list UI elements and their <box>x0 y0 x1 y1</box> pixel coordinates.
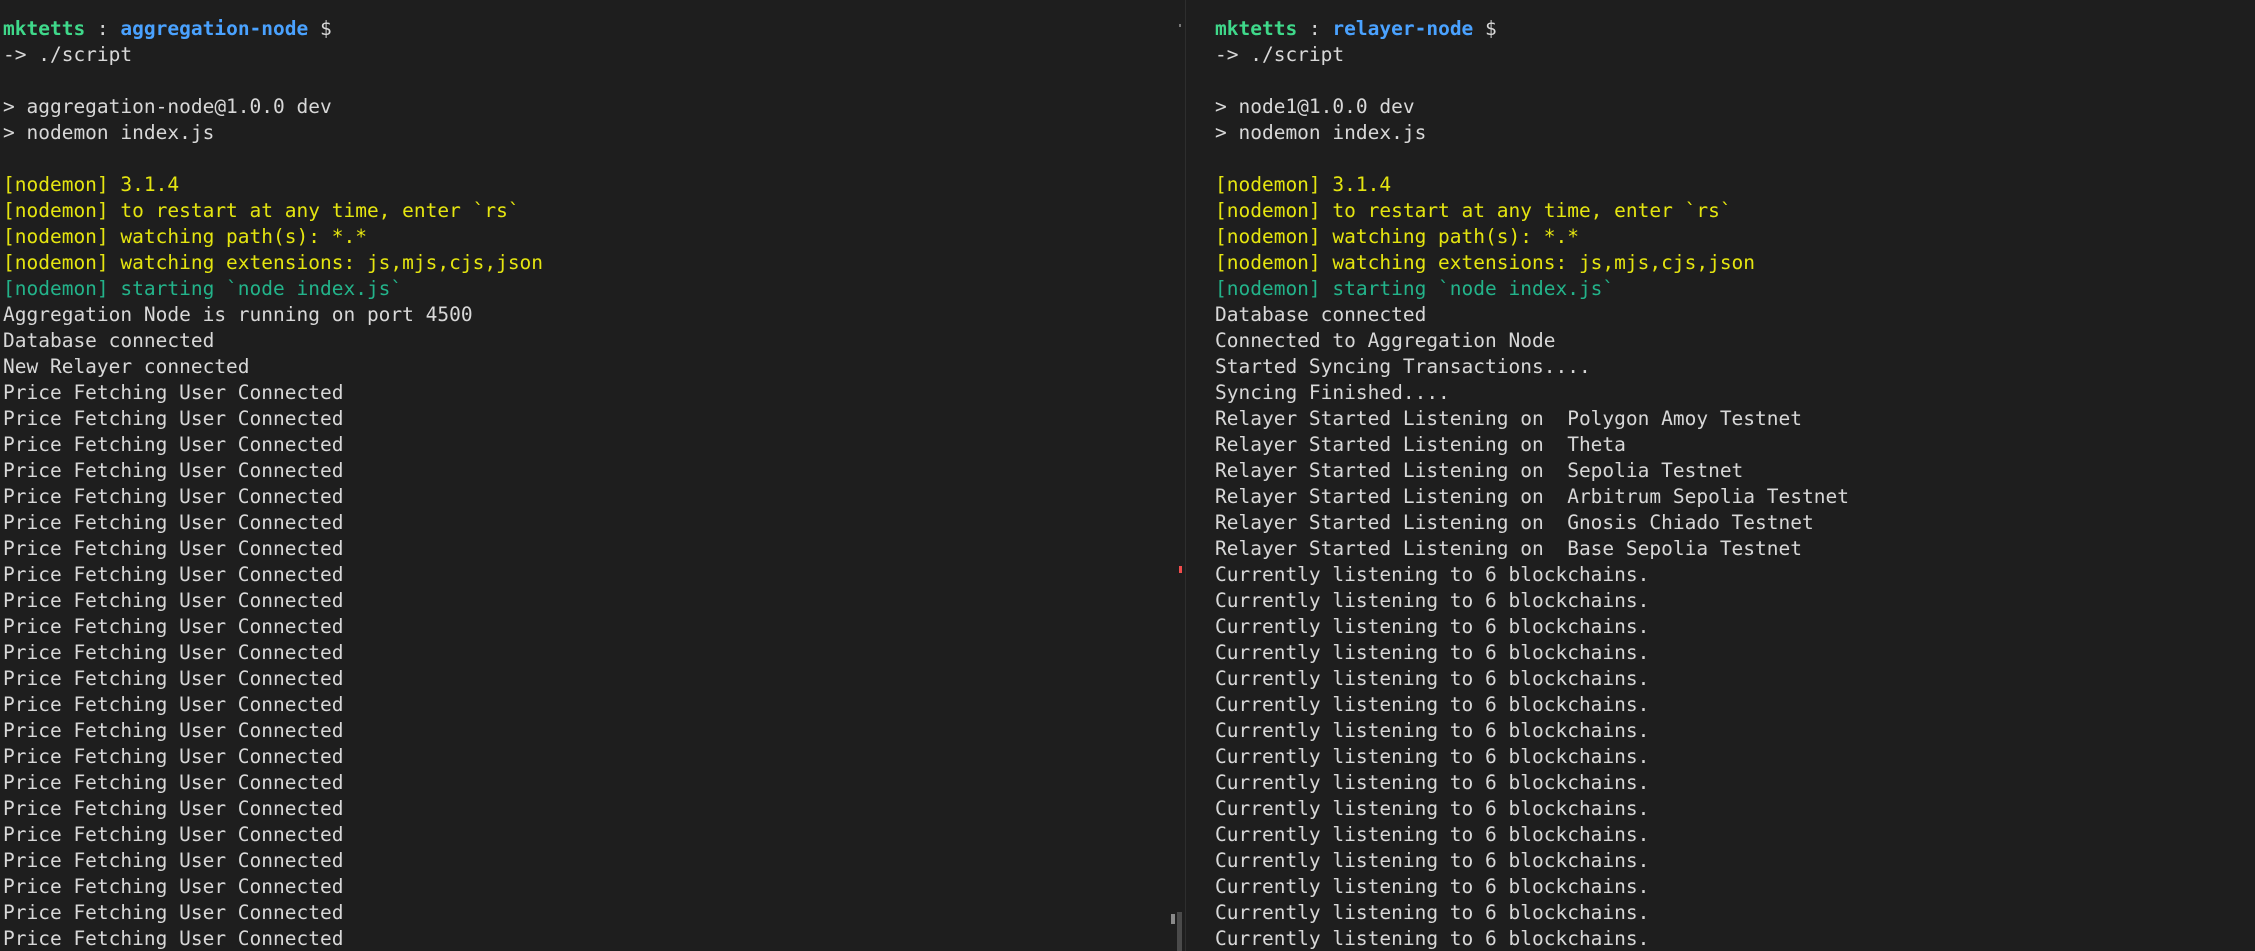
terminal-output-line: Started Syncing Transactions.... <box>1215 355 1591 378</box>
terminal-output-line: Price Fetching User Connected <box>3 667 344 690</box>
prompt-symbol: $ <box>1473 17 1497 40</box>
prompt-host: aggregation-node <box>120 17 309 40</box>
terminal-output-line: -> ./script <box>1215 43 1345 66</box>
terminal-output-line: Price Fetching User Connected <box>3 693 344 716</box>
terminal-output-line: Price Fetching User Connected <box>3 485 344 508</box>
terminal-output-line: Price Fetching User Connected <box>3 615 344 638</box>
terminal-output-line: New Relayer connected <box>3 355 250 378</box>
terminal-output-line: [nodemon] starting `node index.js` <box>1215 277 1615 300</box>
scrollbar-thumb[interactable] <box>1177 912 1182 951</box>
scrollbar-error-marker <box>1179 566 1182 573</box>
terminal-output-line: > nodemon index.js <box>3 121 215 144</box>
terminal-output-line: Currently listening to 6 blockchains. <box>1215 563 1650 586</box>
terminal-output-line: [nodemon] watching extensions: js,mjs,cj… <box>3 251 544 274</box>
terminal-output-line: Currently listening to 6 blockchains. <box>1215 719 1650 742</box>
prompt-user: mktetts <box>1215 17 1298 40</box>
terminal-output-line: [nodemon] to restart at any time, enter … <box>3 199 520 222</box>
terminal-output-line: Currently listening to 6 blockchains. <box>1215 797 1650 820</box>
terminal-output-line: Price Fetching User Connected <box>3 875 344 898</box>
terminal-output-line: > nodemon index.js <box>1215 121 1427 144</box>
terminal-output-line: Currently listening to 6 blockchains. <box>1215 589 1650 612</box>
terminal-output-line: Relayer Started Listening on Sepolia Tes… <box>1215 459 1744 482</box>
terminal-output-line: Price Fetching User Connected <box>3 745 344 768</box>
terminal-output-line: Currently listening to 6 blockchains. <box>1215 641 1650 664</box>
shell-prompt: mktetts : aggregation-node $ <box>3 16 1173 42</box>
terminal-output-line: [nodemon] 3.1.4 <box>3 173 180 196</box>
terminal-output-line: Currently listening to 6 blockchains. <box>1215 693 1650 716</box>
terminal-output-line: Price Fetching User Connected <box>3 927 344 950</box>
prompt-separator: : <box>1297 17 1333 40</box>
terminal-output-line: > node1@1.0.0 dev <box>1215 95 1415 118</box>
terminal-output-line: Price Fetching User Connected <box>3 719 344 742</box>
terminal-output-line: [nodemon] starting `node index.js` <box>3 277 403 300</box>
terminal-output-line: Price Fetching User Connected <box>3 381 344 404</box>
terminal-output-line: Price Fetching User Connected <box>3 901 344 924</box>
terminal-output-line: Relayer Started Listening on Theta <box>1215 433 1626 456</box>
terminal-output-line: Price Fetching User Connected <box>3 797 344 820</box>
terminal-pane-relayer-node[interactable]: mktetts : relayer-node $ -> ./script > no… <box>1215 16 2250 951</box>
terminal-output-line: [nodemon] watching extensions: js,mjs,cj… <box>1215 251 1756 274</box>
scrollbar-cursor-marker <box>1171 914 1175 924</box>
output-lines: -> ./script > aggregation-node@1.0.0 dev >… <box>3 42 1173 951</box>
terminal-output-line: Currently listening to 6 blockchains. <box>1215 927 1650 950</box>
terminal-output-line: Currently listening to 6 blockchains. <box>1215 615 1650 638</box>
terminal-output-line: Price Fetching User Connected <box>3 407 344 430</box>
terminal-output-line: Price Fetching User Connected <box>3 589 344 612</box>
terminal-output-line: Currently listening to 6 blockchains. <box>1215 901 1650 924</box>
terminal-output-line: Price Fetching User Connected <box>3 433 344 456</box>
terminal-output-line: [nodemon] watching path(s): *.* <box>1215 225 1579 248</box>
terminal-output-line: > aggregation-node@1.0.0 dev <box>3 95 332 118</box>
terminal-output-line: -> ./script <box>3 43 133 66</box>
terminal-output-line: Relayer Started Listening on Gnosis Chia… <box>1215 511 1814 534</box>
terminal-output-line: Currently listening to 6 blockchains. <box>1215 667 1650 690</box>
prompt-user: mktetts <box>3 17 86 40</box>
terminal-output-line: Price Fetching User Connected <box>3 849 344 872</box>
terminal-output-line: Syncing Finished.... <box>1215 381 1450 404</box>
terminal-output-line: Database connected <box>3 329 215 352</box>
terminal-output-line: Price Fetching User Connected <box>3 459 344 482</box>
terminal-output-line: Price Fetching User Connected <box>3 823 344 846</box>
terminal-output-line: Currently listening to 6 blockchains. <box>1215 745 1650 768</box>
terminal-output-line: [nodemon] to restart at any time, enter … <box>1215 199 1732 222</box>
scrollbar-marker <box>1179 24 1181 27</box>
prompt-symbol: $ <box>308 17 332 40</box>
prompt-separator: : <box>85 17 121 40</box>
output-lines: -> ./script > node1@1.0.0 dev > nodemon in… <box>1215 42 2250 951</box>
terminal-output-line: Relayer Started Listening on Base Sepoli… <box>1215 537 1802 560</box>
terminal-pane-aggregation-node[interactable]: mktetts : aggregation-node $ -> ./script… <box>3 16 1173 951</box>
terminal-output-line: Database connected <box>1215 303 1427 326</box>
terminal-output-line: Price Fetching User Connected <box>3 771 344 794</box>
shell-prompt: mktetts : relayer-node $ <box>1215 16 2250 42</box>
prompt-host: relayer-node <box>1332 17 1474 40</box>
terminal-window[interactable]: mktetts : aggregation-node $ -> ./script… <box>0 0 2255 951</box>
terminal-output-line: Currently listening to 6 blockchains. <box>1215 823 1650 846</box>
terminal-output-line: [nodemon] 3.1.4 <box>1215 173 1392 196</box>
terminal-output-line: Relayer Started Listening on Polygon Amo… <box>1215 407 1802 430</box>
terminal-output-line: Price Fetching User Connected <box>3 563 344 586</box>
terminal-output-line: Connected to Aggregation Node <box>1215 329 1556 352</box>
terminal-output-line: Price Fetching User Connected <box>3 641 344 664</box>
terminal-output-line: Currently listening to 6 blockchains. <box>1215 875 1650 898</box>
terminal-output-line: Currently listening to 6 blockchains. <box>1215 849 1650 872</box>
terminal-output-line: Relayer Started Listening on Arbitrum Se… <box>1215 485 1849 508</box>
terminal-output-line: Currently listening to 6 blockchains. <box>1215 771 1650 794</box>
terminal-output-line: Aggregation Node is running on port 4500 <box>3 303 473 326</box>
terminal-output-line: Price Fetching User Connected <box>3 511 344 534</box>
terminal-output-line: Price Fetching User Connected <box>3 537 344 560</box>
pane-divider[interactable] <box>1185 0 1186 951</box>
terminal-output-line: [nodemon] watching path(s): *.* <box>3 225 367 248</box>
